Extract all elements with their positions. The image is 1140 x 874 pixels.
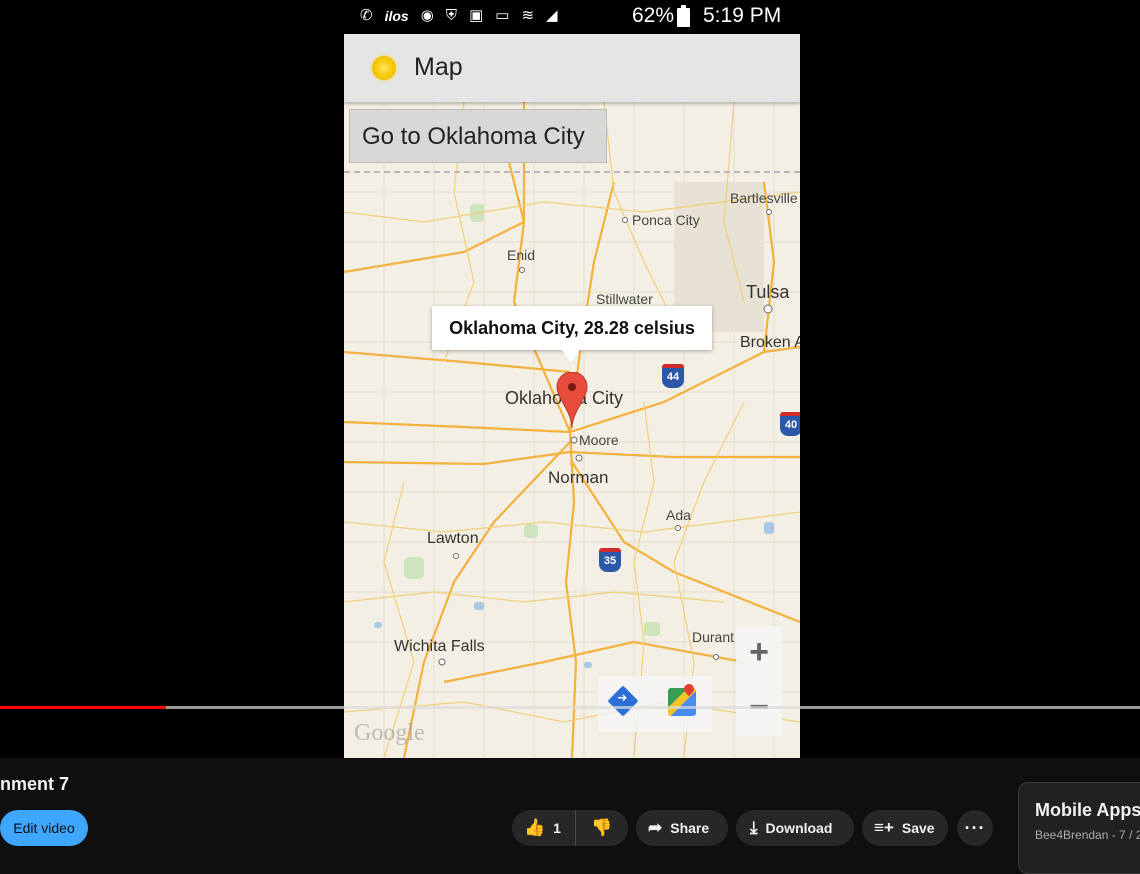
playlist-subtitle: Bee4Brendan - 7 / 2 (1035, 828, 1140, 842)
video-player[interactable]: ✆ ilos ◉ ⛨ ▣ ▭ ≋ ◢ 62% 5:19 PM Map Go to… (0, 0, 1140, 758)
more-icon: ··· (964, 817, 986, 838)
save-button[interactable]: ≡+ Save (862, 810, 948, 846)
map-label-durant: Durant (692, 629, 735, 645)
battery-icon (677, 5, 690, 27)
video-progress-bar[interactable] (0, 706, 1140, 709)
map-label-ada: Ada (666, 507, 691, 523)
interstate-40-shield: 40 (780, 412, 800, 436)
map-label-enid: Enid (507, 247, 536, 263)
like-dislike-group: 👍 1 👎 (512, 810, 628, 846)
share-button[interactable]: ➦ Share (636, 810, 728, 846)
thumbs-down-icon: 👎 (591, 818, 613, 837)
more-actions-button[interactable]: ··· (957, 810, 993, 846)
sun-icon (372, 56, 396, 80)
share-icon: ➦ (648, 818, 663, 837)
like-count: 1 (553, 820, 561, 836)
app-title: Map (414, 53, 463, 81)
map-label-bartlesville: Bartlesville (730, 190, 798, 206)
wifi-call-icon: ✆ (360, 7, 373, 24)
progress-played (0, 706, 167, 709)
shield-icon: ⛨ (445, 7, 458, 24)
app-screen: Map Go to Oklahoma City Bartlesville Pon… (344, 34, 800, 758)
marker-info-window[interactable]: Oklahoma City, 28.28 celsius (432, 306, 712, 362)
map-label-wichita-falls: Wichita Falls (394, 638, 485, 655)
google-attribution: Google (354, 720, 425, 746)
zoom-in-button[interactable]: + (736, 626, 782, 681)
dislike-button[interactable]: 👎 (576, 818, 628, 838)
map-label-ponca-city: Ponca City (632, 212, 700, 228)
sync-icon: ◉ (420, 7, 434, 24)
divider (344, 171, 800, 173)
interstate-44-shield: 44 (662, 364, 684, 388)
phone-status-bar: ✆ ilos ◉ ⛨ ▣ ▭ ≋ ◢ 62% 5:19 PM (0, 0, 1140, 34)
cast-icon: ▭ (495, 7, 510, 24)
map-label-norman: Norman (548, 468, 609, 487)
carrier-icon: ilos (384, 8, 409, 24)
video-title: nment 7 (0, 774, 70, 794)
save-label: Save (901, 820, 935, 836)
lock-icon: ▣ (469, 7, 484, 24)
thumbs-up-icon: 👍 (524, 818, 546, 837)
download-icon: ⤓ (750, 818, 758, 837)
interstate-35-shield: 35 (599, 548, 621, 572)
map-label-moore: Moore (579, 432, 619, 448)
go-to-oklahoma-city-button[interactable]: Go to Oklahoma City (349, 109, 607, 163)
wifi-icon: ≋ (521, 7, 535, 24)
directions-icon[interactable] (607, 685, 639, 717)
zoom-controls: + − (736, 626, 782, 736)
map-label-tulsa: Tulsa (746, 282, 790, 302)
playlist-add-icon: ≡+ (874, 818, 894, 837)
map-label-broken-arrow: Broken A (740, 334, 800, 351)
status-clock: 5:19 PM (703, 4, 782, 27)
map-marker-icon[interactable] (556, 372, 588, 430)
download-label: Download (765, 820, 833, 836)
share-label: Share (670, 820, 710, 836)
map-toolbar (598, 676, 712, 732)
battery-percent: 62% (632, 4, 675, 27)
map-label-lawton: Lawton (427, 530, 479, 547)
google-maps-icon[interactable] (668, 688, 696, 716)
edit-video-button[interactable]: Edit video (0, 810, 88, 846)
map-label-stillwater: Stillwater (596, 291, 653, 307)
app-bar: Map (344, 34, 800, 102)
playlist-panel[interactable]: Mobile Apps Bee4Brendan - 7 / 2 (1018, 782, 1140, 874)
playlist-title: Mobile Apps (1035, 800, 1140, 820)
download-button[interactable]: ⤓ Download (736, 810, 854, 846)
signal-icon: ◢ (546, 7, 558, 24)
like-button[interactable]: 👍 1 (512, 810, 576, 846)
